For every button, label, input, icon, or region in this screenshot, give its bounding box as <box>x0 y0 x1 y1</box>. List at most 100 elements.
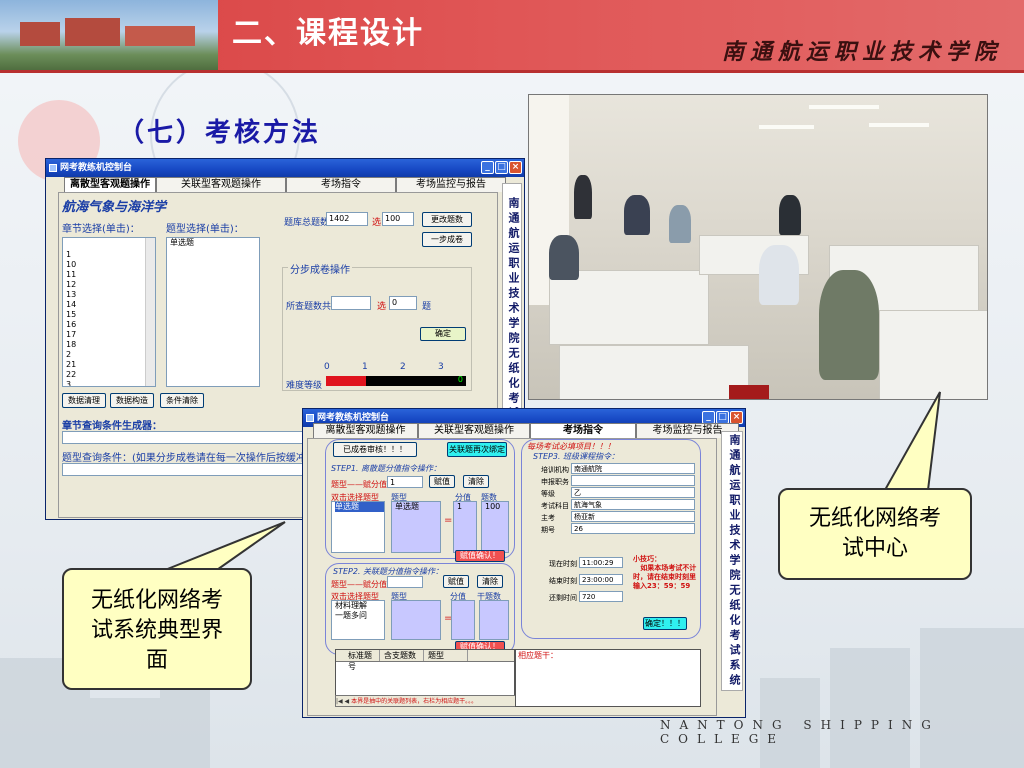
data-clean-button[interactable]: 数据清理 <box>62 393 106 408</box>
app-icon <box>306 414 314 422</box>
grid-nav-bar[interactable]: |◀ ◀ 本界是抽中的关联题列表，右栏为相应题干。。。 <box>335 695 519 707</box>
confirm-assign-button-1[interactable]: 赋值确认！ <box>455 550 505 562</box>
tab-monitor-report[interactable]: 考场监控与报告 <box>396 177 506 192</box>
chapter-list-item[interactable]: 22 <box>66 370 155 380</box>
difficulty-tick: 2 <box>400 362 406 372</box>
type2-source-item[interactable]: 材料理解 <box>335 601 384 611</box>
chapter-list-item[interactable]: 18 <box>66 340 155 350</box>
bank-total-field[interactable]: 1402 <box>326 212 368 226</box>
tab-discrete[interactable]: 离散型客观题操作 <box>313 423 418 438</box>
chapter-listbox[interactable]: 11011121314151617182212234 <box>62 237 156 387</box>
step-group-label: 分步成卷操作 <box>288 261 352 276</box>
type-query-label: 题型查询条件：(如果分步成卷请在每一次操作后按缓冲 <box>62 453 306 464</box>
chapter-query-label: 章节查询条件生成器： <box>62 421 162 432</box>
tab-related[interactable]: 关联型客观题操作 <box>418 423 530 438</box>
type2-source-item[interactable]: 一题多问 <box>335 611 384 621</box>
header-bar: 二、课程设计 南通航运职业技术学院 <box>0 0 1024 70</box>
listbox-scrollbar[interactable] <box>145 238 155 386</box>
chapter-list-item[interactable]: 14 <box>66 300 155 310</box>
grid-right-label: 相应题干： <box>518 651 558 660</box>
console-window-2: 网考教练机控制台 _ □ × 离散型客观题操作 关联型客观题操作 考场指令 考场… <box>302 408 746 718</box>
assign2-button[interactable]: 赋值 <box>443 575 469 588</box>
time-now-field[interactable]: 11:00:29 <box>579 557 623 568</box>
tab-discrete[interactable]: 离散型客观题操作 <box>64 177 156 192</box>
clear2-button[interactable]: 清除 <box>477 575 503 588</box>
chapter-list-item[interactable]: 1 <box>66 250 155 260</box>
chapter-list-item[interactable]: 17 <box>66 330 155 340</box>
chapter-list-item[interactable]: 21 <box>66 360 155 370</box>
chapter-list-item[interactable]: 11 <box>66 270 155 280</box>
type2-source-list[interactable]: 材料理解 一题多问 <box>331 600 385 640</box>
exam-field-input[interactable]: 26 <box>571 523 695 534</box>
difficulty-bar[interactable]: 0 <box>326 375 466 386</box>
right-callout: 无纸化网络考试中心 <box>778 488 972 580</box>
app-icon <box>49 164 57 172</box>
bind-button[interactable]: 关联题再次绑定 <box>447 442 507 457</box>
chapter-list-item[interactable]: 10 <box>66 260 155 270</box>
difficulty-tick: 3 <box>438 362 444 372</box>
type-source-item[interactable]: 单选题 <box>335 502 384 512</box>
chapter-list-item[interactable]: 3 <box>66 380 155 386</box>
select-label: 选 <box>372 218 382 228</box>
per-score2-field[interactable] <box>387 576 423 588</box>
belong-select-label: 选 <box>377 302 387 312</box>
select-count-field[interactable]: 100 <box>382 212 414 226</box>
clear-button[interactable]: 清除 <box>463 475 489 488</box>
section-subtitle: （七）考核方法 <box>118 118 322 148</box>
chapter-list-item[interactable]: 16 <box>66 320 155 330</box>
count-item: 100 <box>485 502 501 511</box>
exam-field-input[interactable]: 乙 <box>571 487 695 498</box>
exam-field-input[interactable] <box>571 475 695 486</box>
chapter-list-item[interactable]: 15 <box>66 310 155 320</box>
tab-exam-command[interactable]: 考场指令 <box>530 423 636 438</box>
confirm-button[interactable]: 确定 <box>420 327 466 341</box>
difficulty-label: 难度等级 <box>286 381 323 391</box>
per-score2-label: 题型——赋分值： <box>331 580 395 589</box>
grid-right-panel: 相应题干： <box>515 649 701 707</box>
type-source-list[interactable]: 单选题 <box>331 501 385 553</box>
assign-button[interactable]: 赋值 <box>429 475 455 488</box>
exam-field-input[interactable]: 杨亚新 <box>571 511 695 522</box>
confirm-step3-button[interactable]: 确定！！！ <box>643 617 687 630</box>
time-left-field[interactable]: 720 <box>579 591 623 602</box>
value2-list <box>451 600 475 640</box>
grid-col-sub: 含支题数 <box>380 650 424 661</box>
tab-exam-command[interactable]: 考场指令 <box>286 177 396 192</box>
type2-target-list[interactable] <box>391 600 441 640</box>
chapter-select-label: 章节选择(单击)： <box>62 224 140 235</box>
window2-side-banner: 南通航运职业技术学院无纸化考试系统 <box>721 431 743 691</box>
left-callout-text: 无纸化网络考试系统典型界面 <box>90 588 223 673</box>
one-step-button[interactable]: 一步成卷 <box>422 232 472 247</box>
difficulty-tick: 1 <box>362 362 368 372</box>
count2-list <box>479 600 509 640</box>
exam-field-input[interactable]: 航海气象 <box>571 499 695 510</box>
exam-field-input[interactable]: 南通航院 <box>571 463 695 474</box>
close-button[interactable]: × <box>509 161 522 174</box>
type-target-list[interactable]: 单选题 <box>391 501 441 553</box>
exam-field-label: 申报职务 <box>541 478 569 486</box>
belong-field[interactable] <box>331 296 371 310</box>
time-end-field[interactable]: 23:00:00 <box>579 574 623 585</box>
minimize-button[interactable]: _ <box>481 161 494 174</box>
exam-field-label: 期号 <box>541 526 555 534</box>
difficulty-tick: 0 <box>324 362 330 372</box>
chapter-list-item[interactable]: 12 <box>66 280 155 290</box>
chapter-list-item[interactable]: 2 <box>66 350 155 360</box>
condition-clear-button[interactable]: 条件清除 <box>160 393 204 408</box>
data-build-button[interactable]: 数据构造 <box>110 393 154 408</box>
per-score-field[interactable]: 1 <box>387 476 423 488</box>
step1-label: STEP1. 离散题分值指令操作： <box>331 464 442 473</box>
belong-count-field[interactable]: 0 <box>389 296 417 310</box>
exam-room-photo <box>528 94 988 400</box>
maximize-button[interactable]: □ <box>495 161 508 174</box>
grid-nav-arrows[interactable]: |◀ ◀ <box>336 698 351 705</box>
time-now-label: 现在时刻 <box>549 560 577 568</box>
type-list-item[interactable]: 单选题 <box>170 238 259 248</box>
type-listbox[interactable]: 单选题 <box>166 237 260 387</box>
tab-related[interactable]: 关联型客观题操作 <box>156 177 286 192</box>
time-left-label: 还剩时间 <box>549 594 577 602</box>
college-logo-text: 南通航运职业技术学院 <box>722 39 1003 65</box>
reviewed-button[interactable]: 已成卷审核！！！ <box>333 442 417 457</box>
chapter-list-item[interactable]: 13 <box>66 290 155 300</box>
change-count-button[interactable]: 更改题数 <box>422 212 472 227</box>
